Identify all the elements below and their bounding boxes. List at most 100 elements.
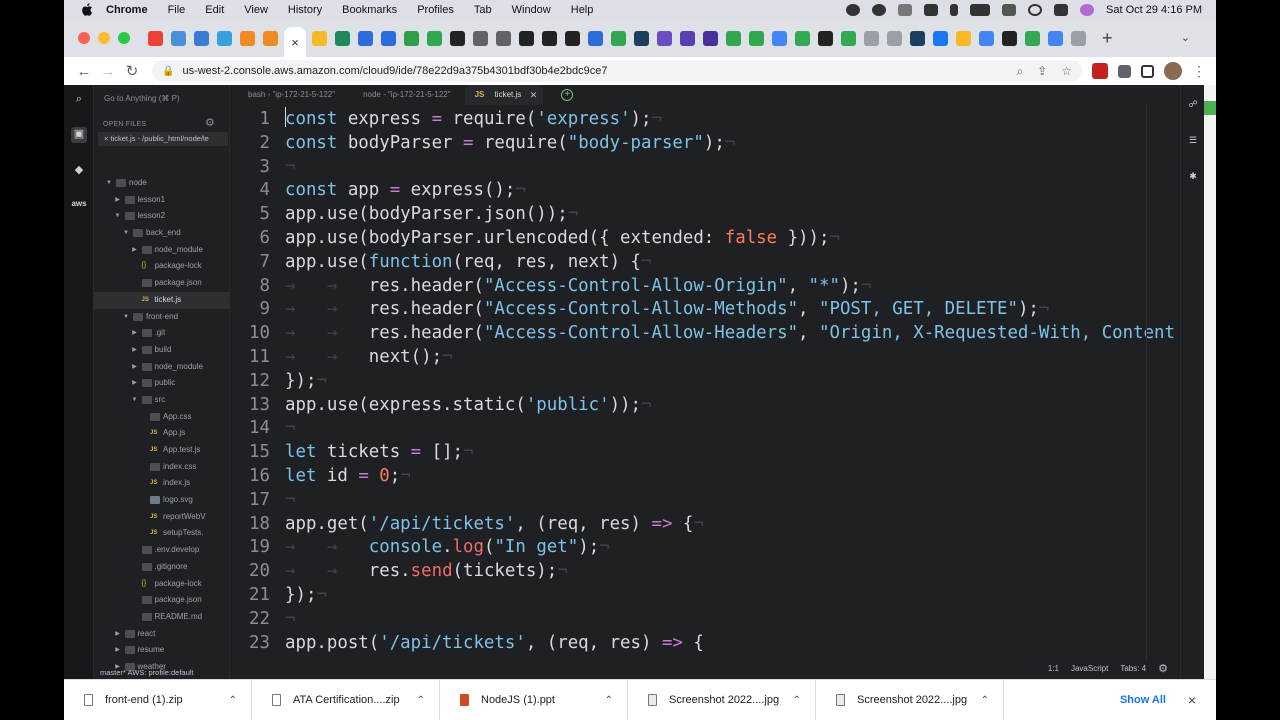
code-line[interactable]: 14 ¬ <box>234 416 1174 440</box>
chevron-up-icon[interactable]: ⌃ <box>605 695 613 706</box>
line-number[interactable]: 17 <box>234 488 270 512</box>
tree-file[interactable]: package.json <box>94 592 229 609</box>
download-item[interactable]: Screenshot 2022....jpg ⌃ <box>816 679 1004 720</box>
new-tab-button[interactable]: + <box>1102 28 1113 49</box>
menu-tab[interactable]: Tab <box>474 4 492 16</box>
tab-icon[interactable] <box>680 30 695 46</box>
control-center-icon[interactable] <box>1054 3 1068 16</box>
debugger-icon[interactable]: ✱ <box>1187 171 1199 183</box>
chevron-right-icon[interactable]: ▶ <box>114 192 122 209</box>
tree-folder[interactable]: ▶ react <box>94 626 229 643</box>
code-line[interactable]: 2 const bodyParser = require("body-parser… <box>234 131 1174 155</box>
tab-aws-icon-2[interactable] <box>263 30 278 46</box>
download-item[interactable]: Screenshot 2022....jpg ⌃ <box>628 679 816 720</box>
tab-search-chevron-icon[interactable]: ⌄ <box>1181 31 1190 44</box>
side-panel-icon[interactable] <box>1141 64 1154 78</box>
code-line[interactable]: 13 app.use(express.static('public'));¬ <box>234 393 1174 417</box>
collaborate-icon[interactable]: ☍ <box>1187 99 1199 111</box>
code-line[interactable]: 9 → → res.header("Access-Control-Allow-Me… <box>234 297 1174 321</box>
kebab-menu-icon[interactable]: ⋮ <box>1192 63 1208 79</box>
siri-icon[interactable] <box>1080 3 1094 16</box>
close-tab-icon[interactable]: ✕ <box>530 85 538 105</box>
menu-file[interactable]: File <box>168 4 186 16</box>
tree-folder[interactable]: ▶ public <box>94 375 229 392</box>
tree-file[interactable]: logo.svg <box>94 492 229 509</box>
tree-folder[interactable]: ▶ .git <box>94 325 229 342</box>
zoom-window-button[interactable] <box>118 32 130 44</box>
menu-app-name[interactable]: Chrome <box>106 4 148 16</box>
line-number[interactable]: 20 <box>234 559 270 583</box>
tree-file[interactable]: {} package-lock <box>94 258 229 275</box>
line-number[interactable]: 2 <box>234 131 270 155</box>
tab-close-icon[interactable]: × <box>291 35 299 50</box>
tab-icon[interactable] <box>1002 30 1017 46</box>
apple-menu-icon[interactable] <box>80 3 94 17</box>
gear-icon[interactable]: ⚙ <box>205 116 215 129</box>
language-mode[interactable]: JavaScript <box>1071 664 1108 673</box>
code-line[interactable]: 18 app.get('/api/tickets', (req, res) => … <box>234 512 1174 536</box>
code-line[interactable]: 1 const express = require('express');¬ <box>234 107 1174 131</box>
tab-sheets-icon[interactable] <box>611 30 626 46</box>
tab-docs-icon[interactable] <box>588 30 603 46</box>
code-line[interactable]: 19 → → console.log("In get");¬ <box>234 535 1174 559</box>
tree-folder[interactable]: ▼ node <box>94 175 229 192</box>
line-number[interactable]: 15 <box>234 440 270 464</box>
line-number[interactable]: 3 <box>234 155 270 179</box>
line-number[interactable]: 4 <box>234 178 270 202</box>
chevron-right-icon[interactable]: ▶ <box>131 342 139 359</box>
menu-window[interactable]: Window <box>512 4 551 16</box>
line-number[interactable]: 14 <box>234 416 270 440</box>
tree-file[interactable]: JS ticket.js <box>94 291 229 309</box>
close-download-shelf-icon[interactable]: × <box>1188 692 1196 708</box>
cursor-position[interactable]: 1:1 <box>1048 664 1059 673</box>
bluetooth-icon[interactable] <box>950 3 958 16</box>
code-line[interactable]: 23 app.post('/api/tickets', (req, res) =>… <box>234 631 1174 655</box>
code-line[interactable]: 6 app.use(bodyParser.urlencoded({ extende… <box>234 226 1174 250</box>
line-number[interactable]: 19 <box>234 535 270 559</box>
search-icon[interactable]: ⌕ <box>71 93 87 109</box>
tab-node-terminal[interactable]: node - "ip-172-21-5-122" <box>349 85 465 105</box>
tab-google-icon[interactable] <box>772 30 787 46</box>
spotlight-icon[interactable] <box>1028 3 1042 16</box>
line-number[interactable]: 16 <box>234 464 270 488</box>
code-line[interactable]: 22 ¬ <box>234 607 1174 631</box>
tab-icon[interactable] <box>749 30 764 46</box>
line-number[interactable]: 10 <box>234 321 270 345</box>
menu-help[interactable]: Help <box>571 4 594 16</box>
tab-icon[interactable] <box>703 30 718 46</box>
line-number[interactable]: 13 <box>234 393 270 417</box>
goto-anything-input[interactable]: Go to Anything (⌘ P) <box>104 94 180 103</box>
tree-file[interactable]: README.md <box>94 609 229 626</box>
tree-folder[interactable]: ▶ node_module <box>94 359 229 376</box>
tab-icon[interactable] <box>726 30 741 46</box>
chevron-right-icon[interactable]: ▶ <box>131 325 139 342</box>
tab-sheets-icon[interactable] <box>427 30 442 46</box>
tab-amazon-icon[interactable] <box>450 30 465 46</box>
tab-docs-icon[interactable] <box>381 30 396 46</box>
menu-bookmarks[interactable]: Bookmarks <box>342 4 397 16</box>
code-line[interactable]: 16 let id = 0;¬ <box>234 464 1174 488</box>
zoom-search-icon[interactable]: ⌕ <box>1016 64 1023 79</box>
tree-file[interactable]: JS reportWebV <box>94 509 229 526</box>
tree-file[interactable]: {} package-lock <box>94 576 229 593</box>
line-number[interactable]: 1 <box>234 107 270 131</box>
code-line[interactable]: 8 → → res.header("Access-Control-Allow-Or… <box>234 274 1174 298</box>
tab-icon[interactable] <box>1071 30 1086 46</box>
chevron-right-icon[interactable]: ▶ <box>131 375 139 392</box>
tab-cloud-icon[interactable] <box>171 30 186 46</box>
line-number[interactable]: 9 <box>234 297 270 321</box>
add-tab-icon[interactable]: + <box>561 89 574 101</box>
line-number[interactable]: 23 <box>234 631 270 655</box>
tab-yahoo-icon[interactable] <box>473 30 488 46</box>
tree-folder[interactable]: ▼ front-end <box>94 309 229 326</box>
code-line[interactable]: 15 let tickets = [];¬ <box>234 440 1174 464</box>
tree-file[interactable]: JS setupTests. <box>94 525 229 542</box>
tree-file[interactable]: JS index.js <box>94 475 229 492</box>
tab-icon[interactable] <box>657 30 672 46</box>
code-line[interactable]: 21});¬ <box>234 583 1174 607</box>
chevron-right-icon[interactable]: ▶ <box>131 242 139 259</box>
tab-icon[interactable] <box>634 30 649 46</box>
code-line[interactable]: 11 → → next();¬ <box>234 345 1174 369</box>
active-tab[interactable]: × <box>284 27 306 57</box>
tab-google-icon[interactable] <box>979 30 994 46</box>
